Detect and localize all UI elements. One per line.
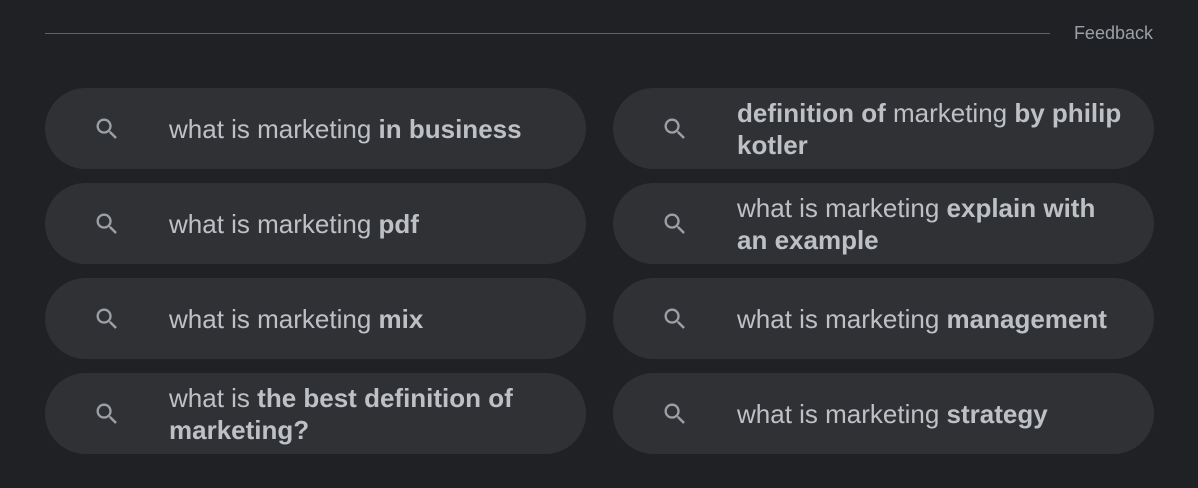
suggestion-chip[interactable]: what is marketing management [613,278,1154,359]
search-icon [661,210,689,238]
suggestion-text: what is the best definition of marketing… [169,382,513,445]
suggestion-chip[interactable]: definition of marketing by philip kotler [613,88,1154,169]
suggestion-chip[interactable]: what is marketing in business [45,88,586,169]
suggestion-text: what is marketing explain with an exampl… [737,192,1096,255]
search-icon [93,210,121,238]
divider [45,32,1050,34]
search-icon [661,305,689,333]
suggestion-chip[interactable]: what is marketing mix [45,278,586,359]
feedback-link[interactable]: Feedback [1074,23,1153,44]
search-icon [93,115,121,143]
search-icon [93,400,121,428]
suggestion-chip[interactable]: what is the best definition of marketing… [45,373,586,454]
related-searches-header: Feedback [45,18,1153,48]
suggestion-text: what is marketing management [737,303,1107,334]
suggestion-text: what is marketing mix [169,303,424,334]
suggestion-grid: what is marketing in business definition… [45,88,1154,454]
related-searches-panel: Feedback what is marketing in business d… [0,0,1198,488]
suggestion-chip[interactable]: what is marketing explain with an exampl… [613,183,1154,264]
suggestion-chip[interactable]: what is marketing strategy [613,373,1154,454]
search-icon [661,400,689,428]
suggestion-text: what is marketing in business [169,113,522,144]
search-icon [93,305,121,333]
suggestion-text: what is marketing strategy [737,398,1048,429]
suggestion-chip[interactable]: what is marketing pdf [45,183,586,264]
suggestion-text: what is marketing pdf [169,208,419,239]
search-icon [661,115,689,143]
suggestion-text: definition of marketing by philip kotler [737,97,1122,160]
